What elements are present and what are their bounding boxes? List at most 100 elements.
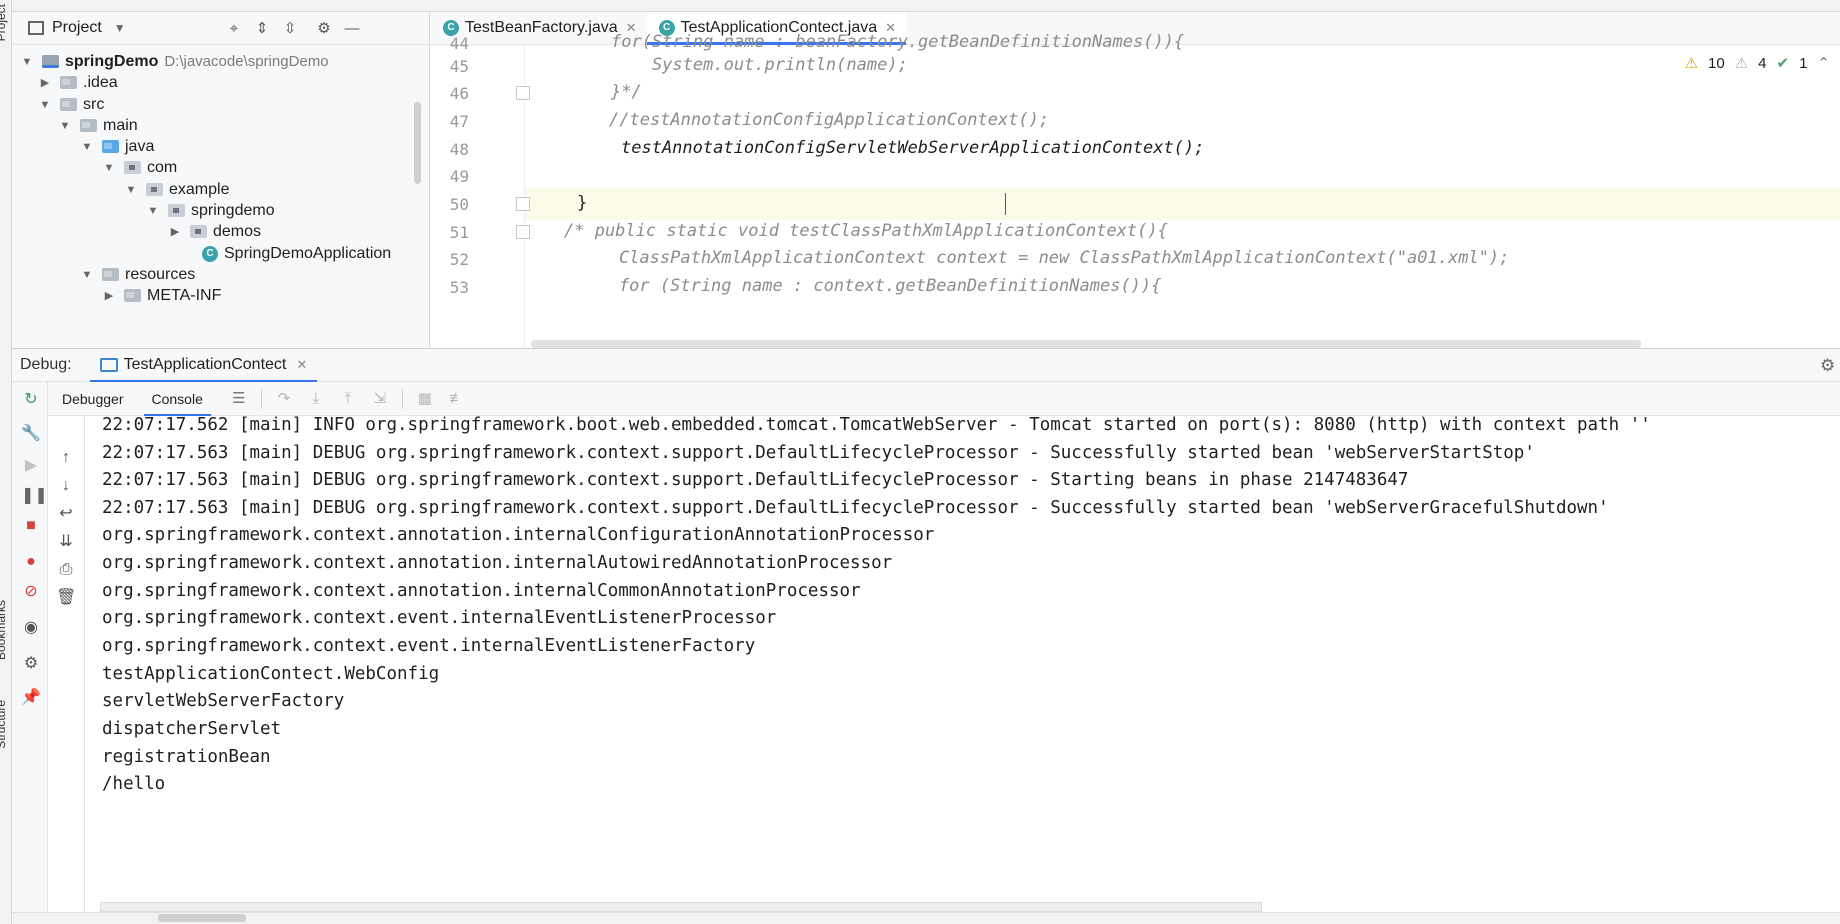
debug-session-tab[interactable]: TestApplicationContect ✕ bbox=[89, 348, 318, 383]
bookmarks-tool-label[interactable]: Bookmarks bbox=[0, 600, 8, 660]
chevron-down-icon[interactable]: ▼ bbox=[102, 162, 116, 174]
chevron-down-icon[interactable]: ▼ bbox=[80, 141, 94, 153]
wrench-icon[interactable]: 🔧 bbox=[21, 424, 41, 444]
gear-icon[interactable]: ⚙ bbox=[21, 654, 41, 674]
chevron-down-icon[interactable]: ▼ bbox=[58, 120, 72, 132]
rerun-icon[interactable]: ↻ bbox=[21, 390, 41, 410]
project-title[interactable]: Project bbox=[52, 19, 102, 37]
project-scrollbar[interactable] bbox=[414, 102, 421, 184]
mute-breakpoints-icon[interactable]: ⊘ bbox=[21, 582, 41, 602]
debug-session-label: TestApplicationContect bbox=[123, 356, 287, 373]
left-tool-strip: Project Bookmarks Structure bbox=[0, 0, 12, 924]
tab-label: TestBeanFactory.java bbox=[465, 19, 618, 36]
tree-item-META-INF[interactable]: ▶ META-INF bbox=[12, 283, 222, 308]
console-line: servletWebServerFactory bbox=[102, 691, 345, 711]
fold-marker[interactable] bbox=[516, 197, 530, 211]
console-line: org.springframework.context.annotation.i… bbox=[102, 581, 861, 601]
line-number: 49 bbox=[449, 167, 469, 186]
arrow-up-icon[interactable]: ↑ bbox=[56, 448, 76, 468]
project-panel: Project ▼ ⌖ ⇕ ⇳ ⚙ — ▼ springDemo D:\java… bbox=[12, 12, 430, 348]
package-icon bbox=[146, 183, 163, 196]
package-icon bbox=[124, 161, 141, 174]
view-breakpoints-icon[interactable]: ● bbox=[21, 552, 41, 572]
chevron-right-icon[interactable]: ▶ bbox=[38, 76, 52, 89]
code-line-45[interactable]: System.out.println(name); bbox=[611, 55, 908, 75]
code-line-50[interactable]: } bbox=[577, 193, 587, 213]
code-line-51[interactable]: /* public static void testClassPathXmlAp… bbox=[564, 221, 1168, 241]
code-line-44[interactable]: for(String name : beanFactory.getBeanDef… bbox=[611, 32, 1184, 52]
structure-tool-label[interactable]: Structure bbox=[0, 700, 8, 749]
weak-warning-icon: ⚠ bbox=[1734, 55, 1749, 72]
chevron-down-icon[interactable]: ▼ bbox=[114, 21, 126, 35]
pause-icon[interactable]: ❚❚ bbox=[21, 486, 48, 506]
gear-icon[interactable]: ⚙ bbox=[314, 19, 334, 39]
resources-folder-icon bbox=[102, 268, 119, 281]
pin-icon[interactable]: 📌 bbox=[21, 688, 41, 708]
console-horizontal-scrollbar[interactable] bbox=[100, 902, 1262, 912]
code-line-48[interactable]: testAnnotationConfigServletWebServerAppl… bbox=[621, 138, 1204, 158]
tree-item-label: example bbox=[169, 180, 230, 198]
collapse-all-icon[interactable]: ⇳ bbox=[280, 19, 300, 39]
chevron-down-icon[interactable]: ▼ bbox=[20, 56, 34, 68]
gear-icon[interactable]: ⚙ bbox=[1820, 356, 1840, 376]
evaluate-icon[interactable]: ▦ bbox=[415, 389, 435, 409]
trash-icon[interactable]: 🗑 bbox=[56, 588, 76, 608]
line-number: 47 bbox=[449, 112, 469, 131]
ok-count: 1 bbox=[1799, 54, 1808, 72]
console-output[interactable]: 22:07:17.562 [main] INFO org.springframe… bbox=[86, 416, 1840, 906]
fold-marker[interactable] bbox=[516, 86, 530, 100]
chevron-right-icon[interactable]: ▶ bbox=[102, 289, 116, 302]
toolbar-separator bbox=[260, 388, 262, 409]
hide-icon[interactable]: — bbox=[342, 19, 362, 39]
stop-icon[interactable]: ■ bbox=[21, 516, 41, 536]
resume-icon[interactable]: ▶ bbox=[21, 456, 41, 476]
step-into-icon[interactable]: ⤓ bbox=[306, 389, 326, 409]
fold-marker[interactable] bbox=[516, 225, 530, 239]
tree-item-path: D:\javacode\springDemo bbox=[164, 53, 329, 70]
package-icon bbox=[190, 225, 207, 238]
project-tool-label[interactable]: Project bbox=[0, 4, 8, 41]
line-number: 53 bbox=[449, 278, 469, 297]
folder-icon bbox=[60, 76, 77, 89]
chevron-down-icon[interactable]: ▼ bbox=[38, 99, 52, 111]
locate-icon[interactable]: ⌖ bbox=[224, 19, 244, 39]
weak-warning-count: 4 bbox=[1758, 54, 1767, 72]
soft-wrap-icon[interactable]: ↩ bbox=[56, 504, 76, 524]
editor-horizontal-scrollbar[interactable] bbox=[531, 340, 1641, 348]
folder-icon bbox=[80, 119, 97, 132]
console-scrollbar-thumb[interactable] bbox=[158, 914, 246, 922]
tree-item-label: src bbox=[83, 95, 105, 113]
close-icon[interactable]: ✕ bbox=[296, 357, 307, 373]
arrow-down-icon[interactable]: ↓ bbox=[56, 476, 76, 496]
expand-all-icon[interactable]: ⇕ bbox=[252, 19, 272, 39]
run-to-cursor-icon[interactable]: ⇲ bbox=[370, 389, 390, 409]
menu-icon[interactable]: ☰ bbox=[229, 389, 249, 409]
source-folder-icon bbox=[102, 140, 119, 153]
code-line-53[interactable]: for (String name : context.getBeanDefini… bbox=[578, 276, 1161, 296]
debug-side-toolbar: ↻ 🔧 ▶ ❚❚ ■ ● ⊘ ◉ ⚙ 📌 bbox=[12, 382, 48, 924]
print-icon[interactable]: ⎙ bbox=[56, 560, 76, 580]
chevron-up-icon[interactable]: ⌃ bbox=[1817, 54, 1830, 72]
chevron-down-icon[interactable]: ▼ bbox=[80, 269, 94, 281]
code-line-46[interactable]: }*/ bbox=[611, 82, 642, 102]
trace-icon[interactable]: ≢ bbox=[447, 389, 467, 409]
tree-item-label: resources bbox=[125, 265, 196, 283]
tab-console[interactable]: Console bbox=[138, 382, 217, 417]
step-over-icon[interactable]: ↷ bbox=[274, 389, 294, 409]
step-out-icon[interactable]: ⤒ bbox=[338, 389, 358, 409]
tree-item-label: main bbox=[103, 116, 138, 134]
debug-toolwindow-header: Debug: TestApplicationContect ✕ bbox=[12, 348, 1840, 383]
code-line-52[interactable]: ClassPathXmlApplicationContext context =… bbox=[578, 248, 1509, 268]
project-header: Project ▼ bbox=[12, 12, 429, 45]
code-line-47[interactable]: //testAnnotationConfigApplicationContext… bbox=[609, 110, 1049, 130]
inspection-widget[interactable]: ⚠ 10 ⚠ 4 ✔ 1 ⌃ bbox=[1685, 54, 1830, 73]
scroll-to-end-icon[interactable]: ⇊ bbox=[56, 532, 76, 552]
package-icon bbox=[168, 204, 185, 217]
tree-item-label: com bbox=[147, 158, 178, 176]
chevron-down-icon[interactable]: ▼ bbox=[124, 184, 138, 196]
camera-icon[interactable]: ◉ bbox=[21, 618, 41, 638]
chevron-right-icon[interactable]: ▶ bbox=[168, 225, 182, 238]
line-number: 50 bbox=[449, 195, 469, 214]
tab-debugger[interactable]: Debugger bbox=[48, 382, 138, 416]
chevron-down-icon[interactable]: ▼ bbox=[146, 205, 160, 217]
